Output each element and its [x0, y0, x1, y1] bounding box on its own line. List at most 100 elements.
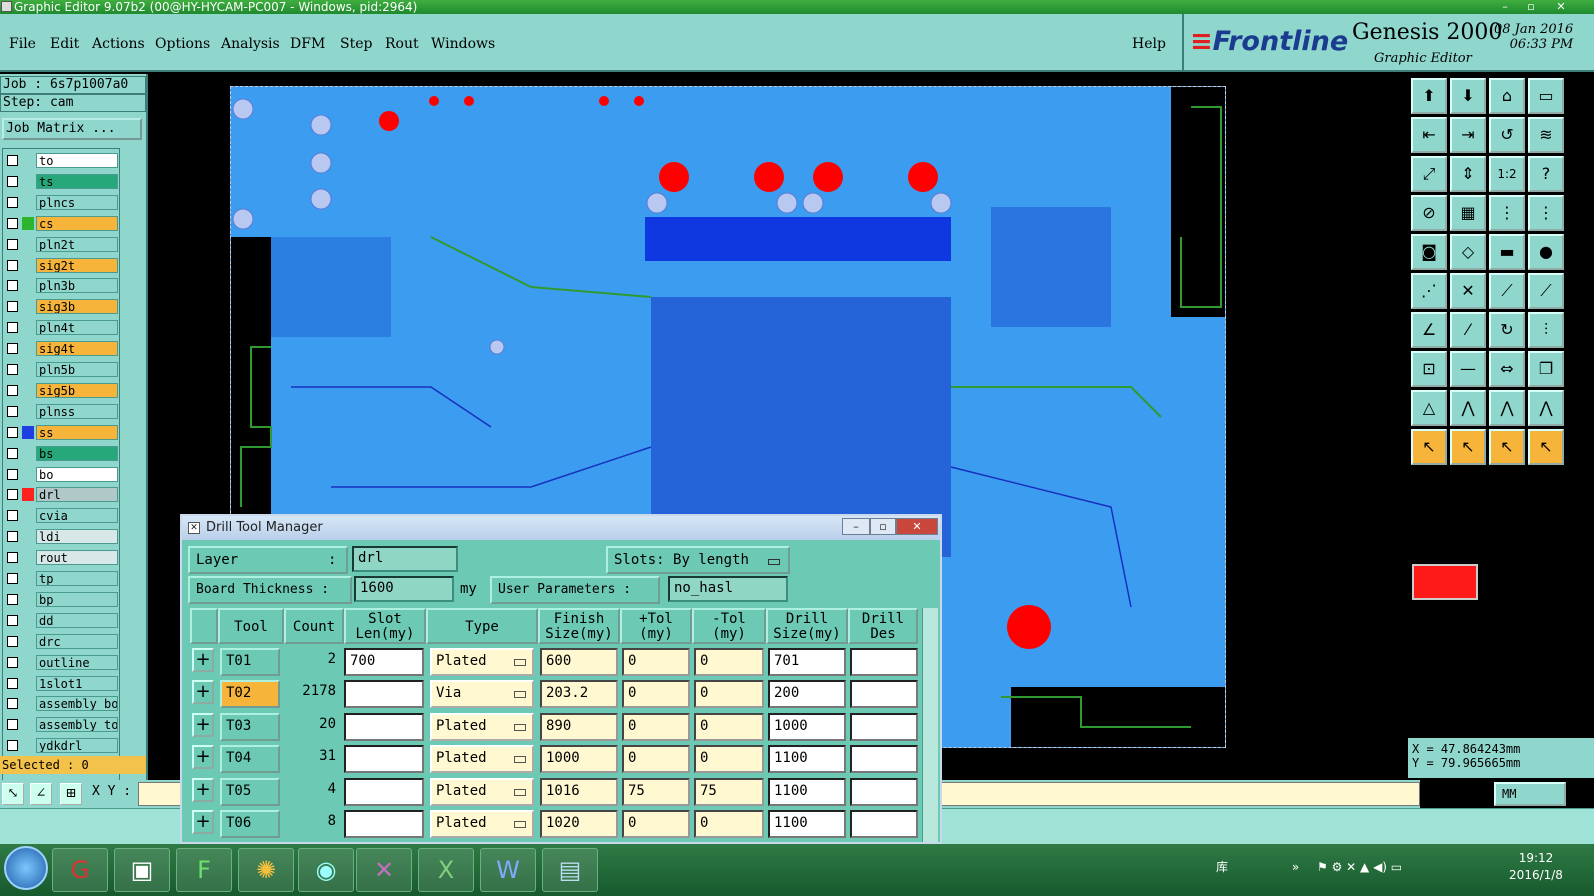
table-scrollbar[interactable]: [922, 608, 938, 842]
add-arc-icon[interactable]: ⟋: [1528, 273, 1564, 309]
layer-name[interactable]: plncs: [36, 194, 118, 210]
cross-icon[interactable]: ✕: [1450, 273, 1486, 309]
layer-row-cs[interactable]: cs: [3, 215, 119, 231]
menu-step[interactable]: Step: [340, 36, 372, 52]
drill-des-field[interactable]: [850, 648, 918, 676]
slot-len-field[interactable]: [344, 712, 424, 741]
layer-checkbox[interactable]: [7, 384, 18, 396]
layer-checkbox[interactable]: [7, 196, 18, 208]
layer-name[interactable]: pln3b: [36, 278, 118, 294]
tray-icons[interactable]: ⚑ ⚙ ✕ ▲ ◀) ▭: [1317, 860, 1402, 874]
peak2-icon[interactable]: ⋀: [1489, 390, 1525, 426]
menu-rout[interactable]: Rout: [385, 36, 419, 52]
layer-row-ts[interactable]: ts: [3, 173, 119, 189]
layer-row-drc[interactable]: drc: [3, 633, 119, 649]
layer-name[interactable]: rout: [36, 550, 118, 566]
layer-row-sig4t[interactable]: sig4t: [3, 341, 119, 357]
tool-cell[interactable]: T02: [220, 680, 280, 709]
redraw-icon[interactable]: ≋: [1528, 117, 1564, 153]
layer-name[interactable]: ss: [36, 424, 118, 440]
layer-name[interactable]: sig3b: [36, 299, 118, 315]
type-selector[interactable]: Via: [430, 680, 534, 709]
ruler-icon[interactable]: ▬: [1489, 234, 1525, 270]
tool-cell[interactable]: T06: [220, 810, 280, 838]
tool-cell[interactable]: T03: [220, 712, 280, 741]
layer-name[interactable]: pln4t: [36, 320, 118, 336]
layer-checkbox[interactable]: [7, 217, 18, 229]
layer-name[interactable]: plnss: [36, 403, 118, 419]
layer-name[interactable]: dd: [36, 612, 118, 628]
resize-icon[interactable]: ⇔: [1489, 351, 1525, 387]
layer-checkbox[interactable]: [7, 573, 18, 584]
finish-size-field[interactable]: 1020: [540, 810, 618, 838]
slot-len-field[interactable]: 700: [344, 648, 424, 676]
minimize-button[interactable]: –: [1492, 0, 1518, 13]
layer-row-plnss[interactable]: plnss: [3, 403, 119, 419]
fit-all-icon[interactable]: ⤢: [1411, 156, 1447, 192]
layer-row-rout[interactable]: rout: [3, 550, 119, 566]
finish-size-field[interactable]: 203.2: [540, 680, 618, 709]
layer-row-sig3b[interactable]: sig3b: [3, 299, 119, 315]
layer-row-to[interactable]: to: [3, 153, 119, 168]
minus-tol-field[interactable]: 0: [694, 648, 764, 676]
layer-name[interactable]: ldi: [36, 529, 118, 545]
snap-red-icon[interactable]: ⋮: [1489, 195, 1525, 231]
menu-analysis[interactable]: Analysis: [221, 36, 280, 52]
menu-windows[interactable]: Windows: [431, 36, 495, 52]
dialog-close-button[interactable]: ✕: [896, 518, 938, 535]
menu-options[interactable]: Options: [155, 36, 210, 52]
drill-des-field[interactable]: [850, 745, 918, 774]
plus-tol-field[interactable]: 75: [622, 777, 690, 806]
layer-checkbox[interactable]: [7, 343, 18, 355]
taskbar-save-icon[interactable]: ▣: [114, 848, 170, 892]
peak3-icon[interactable]: ⋀: [1528, 390, 1564, 426]
layer-name[interactable]: drc: [36, 633, 118, 649]
drill-size-field[interactable]: 200: [768, 680, 846, 709]
layer-name[interactable]: 1slot1: [36, 675, 118, 691]
select-touch-icon[interactable]: ↖: [1489, 429, 1525, 465]
layer-name[interactable]: to: [36, 153, 118, 168]
layer-name[interactable]: sig4t: [36, 341, 118, 357]
slot-len-field[interactable]: [344, 810, 424, 838]
layer-checkbox[interactable]: [7, 552, 18, 564]
type-selector[interactable]: Plated: [430, 648, 534, 676]
layer-row-bo[interactable]: bo: [3, 466, 119, 482]
taskbar-word-icon[interactable]: W: [480, 848, 536, 892]
layer-checkbox[interactable]: [7, 175, 18, 187]
finish-size-field[interactable]: 1000: [540, 745, 618, 774]
slash-icon[interactable]: ⁄: [1450, 312, 1486, 348]
layer-name[interactable]: drl: [36, 487, 118, 503]
menu-dfm[interactable]: DFM: [290, 36, 325, 52]
layer-checkbox[interactable]: [7, 677, 18, 689]
plus-tol-field[interactable]: 0: [622, 745, 690, 774]
snap-icon[interactable]: ⤡: [2, 783, 24, 805]
pan-right-icon[interactable]: ⇥: [1450, 117, 1486, 153]
taskbar-shell-icon[interactable]: ✺: [238, 848, 294, 892]
home-icon[interactable]: ⌂: [1489, 78, 1525, 114]
layer-checkbox[interactable]: [7, 405, 18, 417]
taskbar-f-icon[interactable]: F: [176, 848, 232, 892]
layer-checkbox[interactable]: [7, 740, 18, 752]
layer-name[interactable]: outline: [36, 654, 118, 670]
minus-icon[interactable]: —: [1450, 351, 1486, 387]
plus-tol-field[interactable]: 0: [622, 680, 690, 709]
layer-checkbox[interactable]: [7, 322, 18, 334]
layer-row-assembly_bot[interactable]: assembly_bot: [3, 696, 119, 712]
type-selector[interactable]: Plated: [430, 712, 534, 741]
menu-edit[interactable]: Edit: [50, 36, 79, 52]
menu-help[interactable]: Help: [1132, 36, 1166, 52]
layer-checkbox[interactable]: [7, 614, 18, 626]
pad-icon[interactable]: ◙: [1411, 234, 1447, 270]
pan-left-icon[interactable]: ⇤: [1411, 117, 1447, 153]
layer-checkbox[interactable]: [7, 447, 18, 459]
close-button[interactable]: ✕: [1548, 0, 1574, 13]
start-button[interactable]: [4, 846, 48, 890]
layer-checkbox[interactable]: [7, 489, 18, 501]
peak-icon[interactable]: ⋀: [1450, 390, 1486, 426]
line-tool-icon[interactable]: ◇: [1450, 234, 1486, 270]
circle-icon[interactable]: ●: [1528, 234, 1564, 270]
connect-icon[interactable]: ⋰: [1411, 273, 1447, 309]
layer-name[interactable]: ts: [36, 173, 118, 189]
minus-tol-field[interactable]: 0: [694, 745, 764, 774]
select-icon[interactable]: ↖: [1411, 429, 1447, 465]
